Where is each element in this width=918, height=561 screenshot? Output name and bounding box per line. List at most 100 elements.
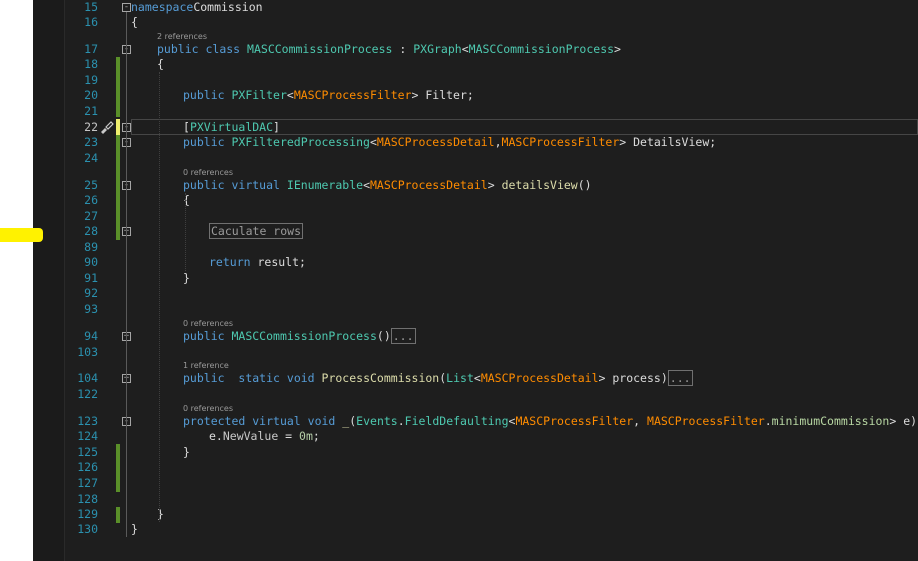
line-number: 26 <box>84 193 98 207</box>
left-blank-area <box>0 0 33 561</box>
indent-guide <box>185 193 186 271</box>
code-line[interactable]: 128 <box>33 492 918 507</box>
line-number: 89 <box>84 240 98 254</box>
line-number: 128 <box>77 492 98 506</box>
line-number: 122 <box>77 387 98 401</box>
line-number: 93 <box>84 302 98 316</box>
code-text: public PXFilter<MASCProcessFilter> Filte… <box>183 88 474 102</box>
code-line[interactable]: 89 <box>33 240 918 255</box>
code-line[interactable]: 94 + public MASCCommissionProcess()... <box>33 328 918 344</box>
code-line[interactable]: 27 <box>33 209 918 224</box>
change-tracking-bar <box>116 57 120 117</box>
code-line[interactable]: 20 public PXFilter<MASCProcessFilter> Fil… <box>33 88 918 103</box>
code-text: public class MASCCommissionProcess : PXG… <box>157 42 621 56</box>
change-tracking-bar <box>116 507 120 523</box>
change-tracking-bar <box>116 444 120 492</box>
line-number: 126 <box>77 460 98 474</box>
code-line[interactable]: 126 <box>33 460 918 475</box>
line-number: 127 <box>77 476 98 490</box>
collapsed-region[interactable]: ... <box>667 370 693 386</box>
codelens-references[interactable]: 2 references <box>157 32 207 42</box>
code-text: e.NewValue = 0m; <box>209 429 320 443</box>
code-text: public PXFilteredProcessing<MASCProcessD… <box>183 135 717 149</box>
line-number: 17 <box>84 42 98 56</box>
line-number: 90 <box>84 255 98 269</box>
line-number: 28 <box>84 224 98 238</box>
indent-guide <box>159 72 160 522</box>
line-number: 92 <box>84 286 98 300</box>
code-text: public static void ProcessCommission(Lis… <box>183 370 693 386</box>
code-line[interactable]: 28 + Caculate rows <box>33 223 918 239</box>
line-number: 125 <box>77 445 98 459</box>
code-text: } <box>183 445 190 459</box>
change-tracking-bar <box>116 119 120 135</box>
code-text: return result; <box>209 255 306 269</box>
outline-line <box>126 12 127 537</box>
codelens-references[interactable]: 0 references <box>183 404 233 414</box>
line-number: 91 <box>84 271 98 285</box>
codelens-references[interactable]: 0 references <box>183 319 233 329</box>
code-line[interactable]: 90 return result; <box>33 255 918 270</box>
collapsed-region[interactable]: Caculate rows <box>209 223 304 239</box>
codelens-references[interactable]: 0 references <box>183 168 233 178</box>
code-editor[interactable]: 15 - namespaceCommission 16 {17- public class… <box>33 0 918 561</box>
code-line[interactable]: 17- public class MASCCommissionProcess : … <box>33 42 918 57</box>
code-line[interactable]: 16 { <box>33 15 918 30</box>
code-text: { <box>157 57 164 71</box>
code-line[interactable]: 23- public PXFilteredProcessing<MASCProce… <box>33 135 918 150</box>
code-line[interactable]: 25- public virtual IEnumerable<MASCProces… <box>33 178 918 193</box>
code-text: } <box>131 522 138 536</box>
code-line[interactable]: 15 - namespaceCommission <box>33 0 918 15</box>
code-line[interactable]: 129} <box>33 507 918 522</box>
code-line[interactable]: 18 { <box>33 57 918 72</box>
code-line[interactable]: 26{ <box>33 193 918 208</box>
change-tracking-bar <box>116 135 120 240</box>
code-line[interactable]: 122 <box>33 387 918 402</box>
code-line[interactable]: 104 + public static void ProcessCommission… <box>33 370 918 386</box>
code-line[interactable]: 103 <box>33 345 918 360</box>
line-number: 94 <box>84 329 98 343</box>
line-number: 27 <box>84 209 98 223</box>
line-number: 130 <box>77 522 98 536</box>
code-line[interactable]: 124 e.NewValue = 0m; <box>33 429 918 444</box>
line-number: 18 <box>84 57 98 71</box>
code-line[interactable]: 127 <box>33 476 918 491</box>
line-number: 22 <box>84 120 98 134</box>
line-number: 103 <box>77 345 98 359</box>
paintbrush-icon[interactable] <box>98 119 114 135</box>
line-number: 21 <box>84 104 98 118</box>
code-line[interactable]: 24 <box>33 151 918 166</box>
code-line[interactable]: 22- [PXVirtualDAC] <box>33 120 918 135</box>
code-text: } <box>183 271 190 285</box>
yellow-highlight-marker <box>0 228 43 242</box>
minus-box-icon[interactable]: - <box>122 3 131 12</box>
code-line[interactable]: 93 <box>33 302 918 317</box>
line-number: 23 <box>84 135 98 149</box>
code-line[interactable]: 130} <box>33 522 918 537</box>
code-text: namespaceCommission <box>131 0 263 14</box>
line-number: 16 <box>84 15 98 29</box>
line-number: 129 <box>77 507 98 521</box>
line-number: 24 <box>84 151 98 165</box>
code-text: { <box>131 15 138 29</box>
code-line[interactable]: 125} <box>33 445 918 460</box>
code-text: [PXVirtualDAC] <box>183 120 280 134</box>
line-number: 15 <box>84 0 98 14</box>
collapsed-region[interactable]: ... <box>390 328 416 344</box>
code-line[interactable]: 19 <box>33 73 918 88</box>
code-text: public virtual IEnumerable<MASCProcessDe… <box>183 178 592 192</box>
codelens-references[interactable]: 1 reference <box>183 361 229 371</box>
line-number: 25 <box>84 178 98 192</box>
line-number: 19 <box>84 73 98 87</box>
code-text: public MASCCommissionProcess()... <box>183 328 416 344</box>
code-line[interactable]: 123- protected virtual void _(Events.Fiel… <box>33 414 918 429</box>
line-number: 20 <box>84 88 98 102</box>
code-line[interactable]: 91} <box>33 271 918 286</box>
code-line[interactable]: 92 <box>33 286 918 301</box>
line-number: 124 <box>77 429 98 443</box>
code-text: protected virtual void _(Events.FieldDef… <box>183 414 918 428</box>
line-number: 104 <box>77 371 98 385</box>
code-text: Caculate rows <box>209 223 304 239</box>
line-number: 123 <box>77 414 98 428</box>
code-line[interactable]: 21 <box>33 104 918 119</box>
